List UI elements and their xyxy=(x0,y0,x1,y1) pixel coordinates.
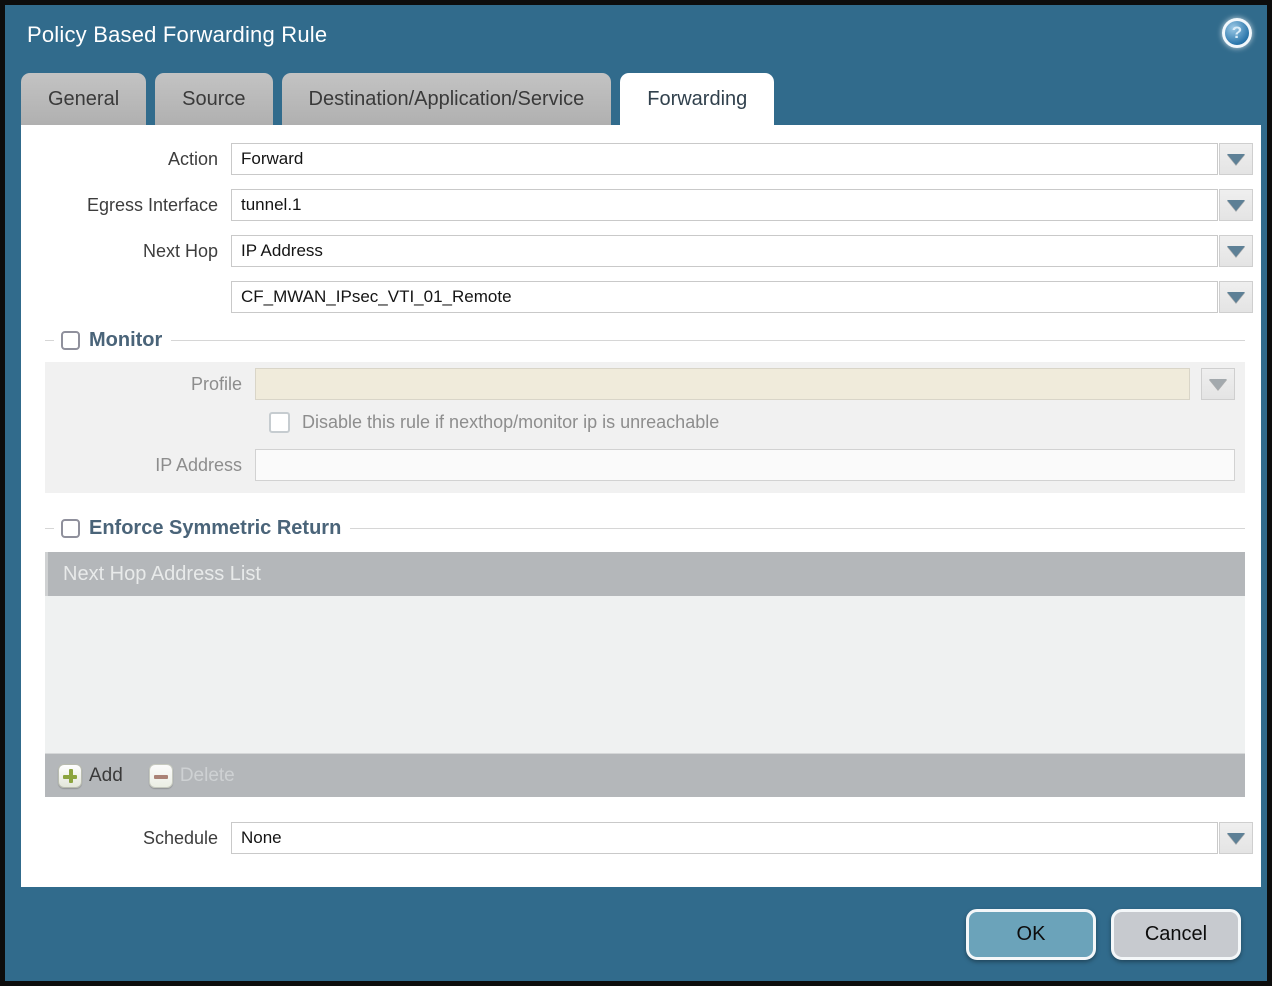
disable-rule-label: Disable this rule if nexthop/monitor ip … xyxy=(302,412,719,433)
cancel-button[interactable]: Cancel xyxy=(1111,909,1241,960)
next-hop-address-list-body[interactable] xyxy=(45,596,1245,754)
next-hop-address-list-toolbar: Add Delete xyxy=(45,754,1245,797)
monitor-ip-address-input xyxy=(255,449,1235,481)
plus-icon xyxy=(58,764,82,788)
delete-button-label: Delete xyxy=(180,765,235,787)
action-input[interactable] xyxy=(231,143,1218,175)
profile-row: Profile xyxy=(45,368,1245,400)
next-hop-address-list-table: Next Hop Address List Add Delete xyxy=(45,552,1245,797)
monitor-ip-address-row: IP Address xyxy=(45,449,1245,481)
add-button-label: Add xyxy=(89,765,123,787)
schedule-label: Schedule xyxy=(21,822,231,854)
minus-icon xyxy=(149,764,173,788)
next-hop-address-list-column-header: Next Hop Address List xyxy=(45,552,1245,596)
monitor-checkbox[interactable] xyxy=(61,331,80,350)
tab-forwarding[interactable]: Forwarding xyxy=(620,73,774,125)
chevron-down-icon xyxy=(1227,292,1245,303)
dialog-footer: OK Cancel xyxy=(966,909,1241,960)
help-icon[interactable]: ? xyxy=(1222,18,1252,48)
pbf-rule-dialog: Policy Based Forwarding Rule ? General S… xyxy=(0,0,1272,986)
monitor-panel: Profile Disable this rule if nexthop/mon… xyxy=(45,362,1245,493)
schedule-input[interactable] xyxy=(231,822,1218,854)
monitor-group: Monitor Profile Disable this rule if nex… xyxy=(45,327,1245,493)
next-hop-address-dropdown-button[interactable] xyxy=(1219,281,1253,313)
enforce-symmetric-return-checkbox[interactable] xyxy=(61,519,80,538)
monitor-group-header: Monitor xyxy=(45,327,1245,353)
next-hop-type-dropdown-button[interactable] xyxy=(1219,235,1253,267)
forwarding-tab-panel: Action Egress Interface Next Hop xyxy=(21,125,1261,887)
chevron-down-icon xyxy=(1227,833,1245,844)
next-hop-label: Next Hop xyxy=(21,235,231,267)
next-hop-type-input[interactable] xyxy=(231,235,1218,267)
egress-interface-row: Egress Interface xyxy=(21,189,1253,221)
egress-interface-dropdown-button[interactable] xyxy=(1219,189,1253,221)
monitor-group-title: Monitor xyxy=(89,329,162,352)
enforce-symmetric-return-group: Enforce Symmetric Return Next Hop Addres… xyxy=(45,515,1245,797)
chevron-down-icon xyxy=(1227,154,1245,165)
tab-bar: General Source Destination/Application/S… xyxy=(21,73,774,125)
enforce-symmetric-return-title: Enforce Symmetric Return xyxy=(89,517,341,540)
chevron-down-icon xyxy=(1209,379,1227,390)
delete-button: Delete xyxy=(149,764,235,788)
schedule-dropdown-button[interactable] xyxy=(1219,822,1253,854)
disable-rule-row: Disable this rule if nexthop/monitor ip … xyxy=(269,412,1245,433)
next-hop-row: Next Hop xyxy=(21,235,1253,267)
tab-destination-application-service[interactable]: Destination/Application/Service xyxy=(282,73,612,125)
dialog-title: Policy Based Forwarding Rule xyxy=(27,22,327,48)
profile-input xyxy=(255,368,1190,400)
ok-button[interactable]: OK xyxy=(966,909,1096,960)
next-hop-address-input[interactable] xyxy=(231,281,1218,313)
action-label: Action xyxy=(21,143,231,175)
action-row: Action xyxy=(21,143,1253,175)
profile-dropdown-button xyxy=(1201,368,1235,400)
chevron-down-icon xyxy=(1227,200,1245,211)
tab-general[interactable]: General xyxy=(21,73,146,125)
next-hop-address-label-spacer xyxy=(21,281,231,313)
schedule-row: Schedule xyxy=(21,822,1253,854)
profile-label: Profile xyxy=(45,368,255,400)
monitor-ip-address-label: IP Address xyxy=(45,449,255,481)
next-hop-address-row xyxy=(21,281,1253,313)
disable-rule-checkbox xyxy=(269,412,290,433)
chevron-down-icon xyxy=(1227,246,1245,257)
add-button[interactable]: Add xyxy=(58,764,123,788)
egress-interface-label: Egress Interface xyxy=(21,189,231,221)
enforce-symmetric-return-header: Enforce Symmetric Return xyxy=(45,515,1245,541)
action-dropdown-button[interactable] xyxy=(1219,143,1253,175)
egress-interface-input[interactable] xyxy=(231,189,1218,221)
tab-source[interactable]: Source xyxy=(155,73,272,125)
